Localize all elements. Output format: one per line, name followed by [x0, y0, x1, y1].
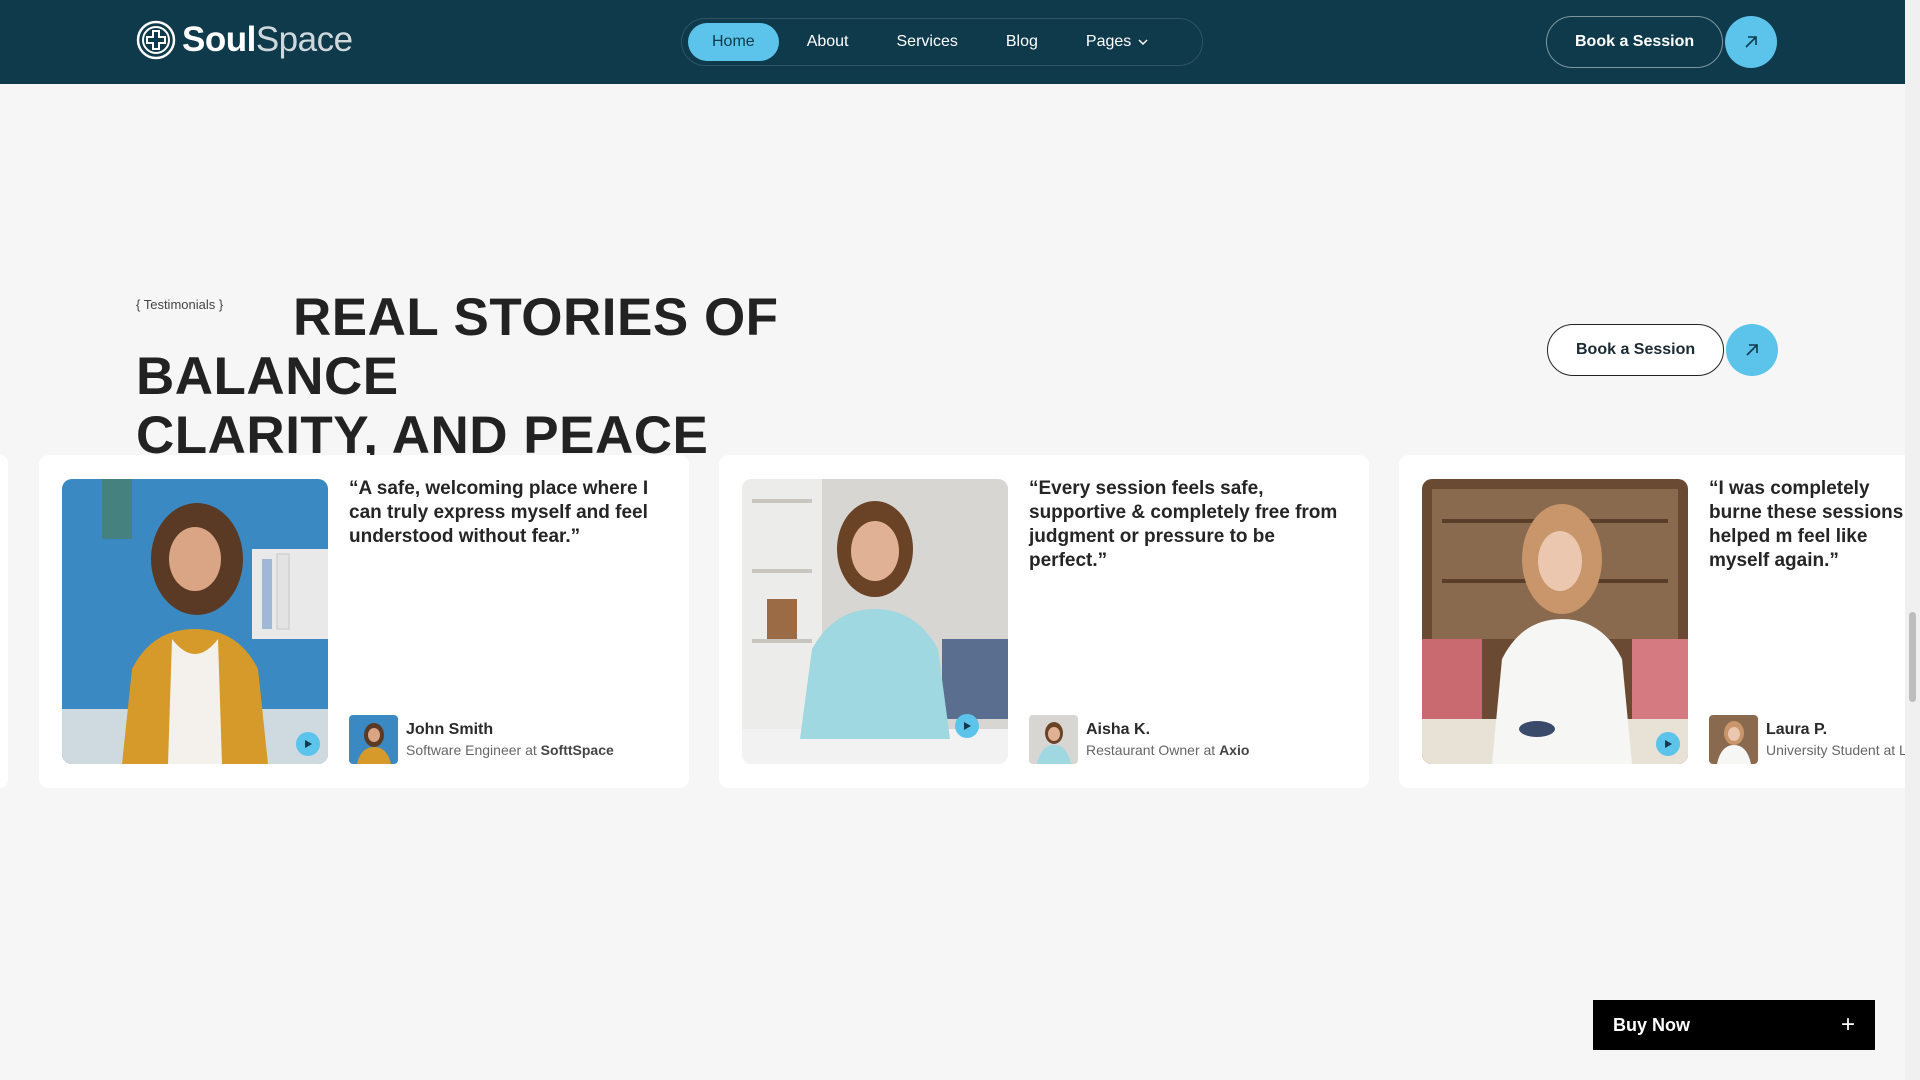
- avatar-photo-icon: [1709, 715, 1758, 764]
- testimonial-card: “Every session feels safe, supportive & …: [719, 455, 1369, 788]
- author-info: Aisha K. Restaurant Owner at Axio: [1086, 721, 1249, 758]
- play-button[interactable]: [955, 714, 979, 738]
- avatar: [1029, 715, 1078, 764]
- header-book-session-button[interactable]: Book a Session: [1546, 16, 1724, 68]
- author-company: Axio: [1219, 742, 1250, 758]
- nav-services[interactable]: Services: [873, 23, 982, 61]
- arrow-up-right-icon: [1746, 344, 1758, 356]
- avatar: [349, 715, 398, 764]
- author-info: John Smith Software Engineer at SofttSpa…: [406, 721, 614, 758]
- avatar-photo-icon: [349, 715, 398, 764]
- title-line-1: Real stories of balance: [136, 288, 779, 406]
- testimonial-quote: “I was completely burne these sessions h…: [1709, 478, 1904, 571]
- testimonial-quote: “A safe, welcoming place where I can tru…: [349, 478, 649, 547]
- woman-photo-icon: [62, 479, 328, 764]
- play-icon: [964, 722, 971, 730]
- nav-home[interactable]: Home: [688, 23, 779, 61]
- nav-about[interactable]: About: [783, 23, 873, 61]
- testimonial-video-thumbnail[interactable]: [742, 479, 1008, 764]
- scrollbar-thumb[interactable]: [1909, 612, 1916, 702]
- nav-pages[interactable]: Pages: [1062, 23, 1173, 61]
- play-icon: [305, 740, 312, 748]
- author-name: John Smith: [406, 721, 494, 738]
- header-book-cta: Book a Session: [1546, 16, 1778, 68]
- author-name: Laura P.: [1766, 721, 1828, 738]
- nav-pages-label: Pages: [1085, 33, 1132, 50]
- testimonial-card: “I was completely burne these sessions h…: [1399, 455, 1905, 788]
- logo-text: SoulSpace: [182, 20, 353, 59]
- section-title: Real stories of balance clarity, and pea…: [136, 288, 1036, 465]
- chevron-down-icon: [1138, 39, 1148, 46]
- testimonial-video-thumbnail[interactable]: [1422, 479, 1688, 764]
- main-nav: Home About Services Blog Pages: [681, 18, 1203, 66]
- testimonial-author: Aisha K. Restaurant Owner at Axio: [1029, 715, 1249, 764]
- testimonial-quote: “Every session feels safe, supportive & …: [1029, 478, 1338, 571]
- woman-photo-icon: [1422, 479, 1688, 764]
- logo-cross-icon: [136, 20, 176, 60]
- section-book-session-button[interactable]: Book a Session: [1547, 324, 1725, 376]
- nav-blog[interactable]: Blog: [982, 23, 1062, 61]
- testimonial-card: “A safe, welcoming place where I can tru…: [39, 455, 689, 788]
- author-role: University Student at L: [1766, 742, 1905, 758]
- arrow-up-right-icon: [1745, 36, 1757, 48]
- site-header: SoulSpace Home About Services Blog Pages…: [0, 0, 1905, 84]
- testimonial-video-thumbnail[interactable]: [62, 479, 328, 764]
- avatar: [1709, 715, 1758, 764]
- testimonial-author: Laura P. University Student at L: [1709, 715, 1905, 764]
- buy-now-button[interactable]: Buy Now +: [1593, 1000, 1875, 1050]
- play-icon: [1665, 740, 1672, 748]
- author-name: Aisha K.: [1086, 721, 1151, 738]
- section-book-cta: Book a Session: [1547, 324, 1779, 376]
- testimonial-author: John Smith Software Engineer at SofttSpa…: [349, 715, 614, 764]
- page-scrollbar[interactable]: [1905, 0, 1920, 1080]
- play-button[interactable]: [296, 732, 320, 756]
- section-arrow-button[interactable]: [1726, 324, 1779, 376]
- header-arrow-button[interactable]: [1725, 16, 1778, 68]
- buy-now-label: Buy Now: [1613, 1014, 1691, 1035]
- testimonial-card-partial: [0, 455, 8, 788]
- avatar-photo-icon: [1029, 715, 1078, 764]
- author-company: SofttSpace: [540, 742, 614, 758]
- play-button[interactable]: [1656, 732, 1680, 756]
- logo[interactable]: SoulSpace: [136, 20, 353, 60]
- author-role: Restaurant Owner at Axio: [1086, 742, 1250, 758]
- author-role: Software Engineer at SofttSpace: [406, 742, 614, 758]
- plus-icon: +: [1840, 1011, 1855, 1038]
- author-info: Laura P. University Student at L: [1766, 721, 1905, 758]
